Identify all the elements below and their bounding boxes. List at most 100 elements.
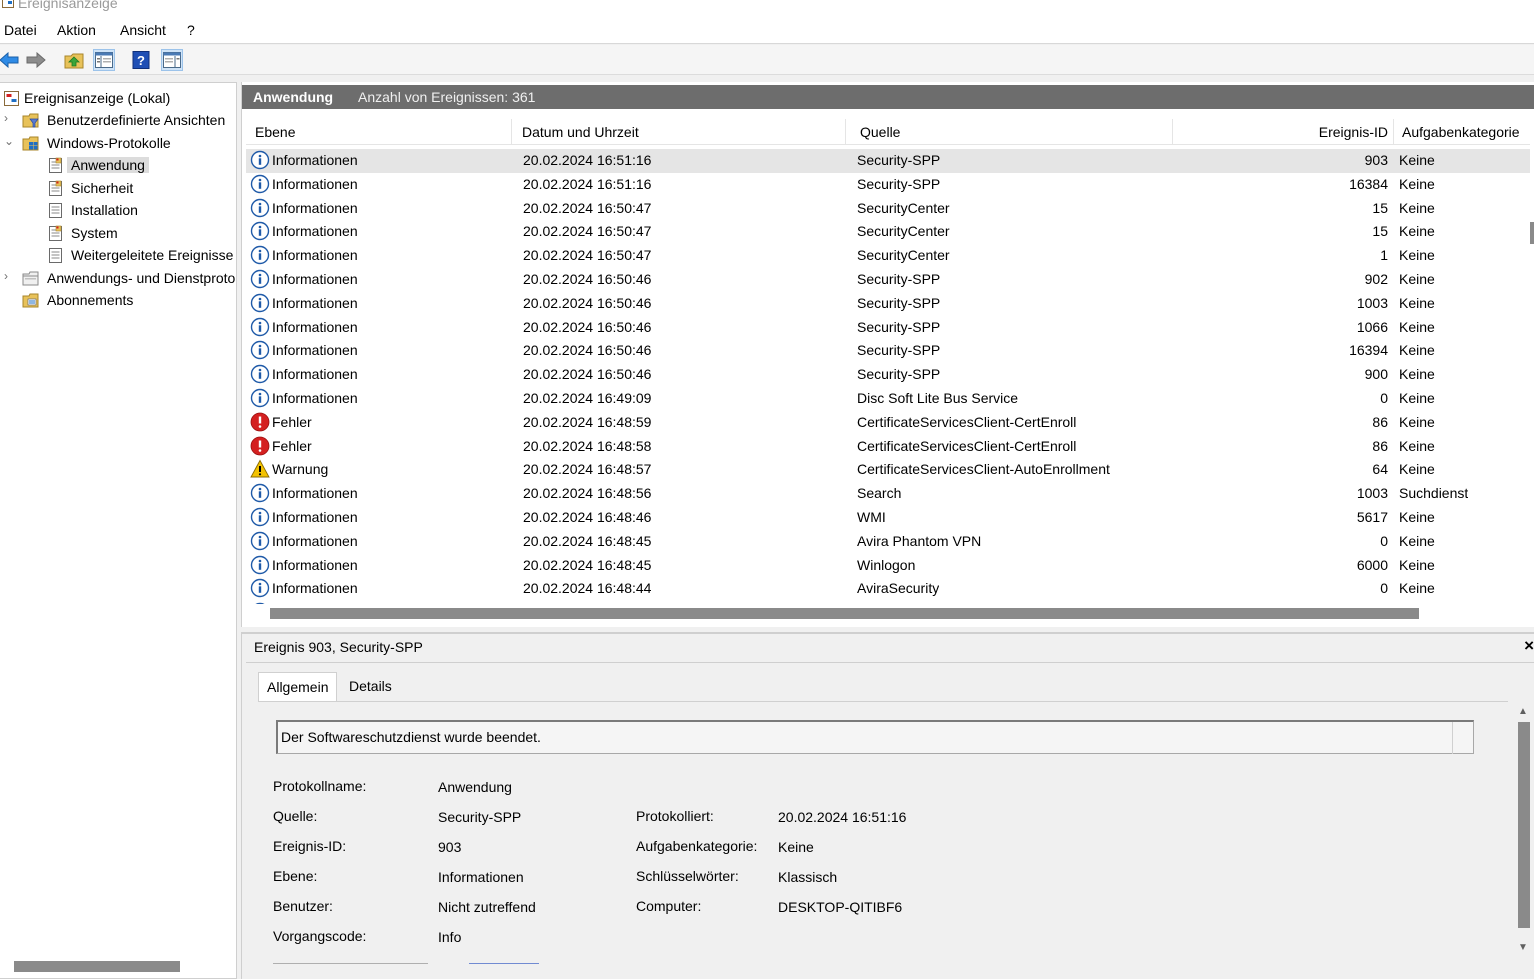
log-plain-icon	[49, 248, 62, 263]
cell-event-id: 903	[1364, 152, 1388, 168]
tree-item-ereignisanzeige-lokal[interactable]: Ereignisanzeige (Lokal)	[0, 87, 236, 109]
tree-item-windows-protokolle[interactable]: ⌄ Windows-Protokolle	[0, 132, 236, 154]
menu-help[interactable]: ?	[187, 22, 195, 38]
tab-allgemein[interactable]: Allgemein	[258, 672, 338, 702]
cell-level: Informationen	[272, 152, 358, 168]
warning-icon	[250, 459, 270, 478]
collapse-chevron-icon[interactable]: ⌄	[4, 134, 14, 148]
table-row[interactable]: Informationen 20.02.2024 16:51:16 Security…	[246, 173, 1530, 197]
column-header-datum[interactable]: Datum und Uhrzeit	[512, 119, 846, 145]
table-row[interactable]: Informationen 20.02.2024 16:50:47 Security…	[246, 244, 1530, 268]
show-hide-console-tree-icon	[95, 52, 113, 68]
table-row[interactable]: Informationen 20.02.2024 16:50:46 Security…	[246, 363, 1530, 387]
table-row[interactable]: Warnung 20.02.2024 16:48:57 CertificateSer…	[246, 458, 1530, 482]
help-button[interactable]: ?	[130, 49, 152, 71]
forward-arrow-icon	[26, 52, 46, 68]
table-row[interactable]: Informationen 20.02.2024 16:50:47 Security…	[246, 220, 1530, 244]
cell-level: Fehler	[272, 413, 312, 430]
cell-level: Informationen	[272, 532, 358, 549]
field-label-schluesselwoerter: Schlüsselwörter:	[636, 868, 739, 884]
table-row[interactable]: Informationen 20.02.2024 16:48:46 WMI 5617 K…	[246, 506, 1530, 530]
table-row[interactable]: Informationen 20.02.2024 16:48:56 Search 10…	[246, 482, 1530, 506]
table-row[interactable]: Fehler 20.02.2024 16:48:59 CertificateServ…	[246, 411, 1530, 435]
column-header-ereignis-id[interactable]: Ereignis-ID	[1173, 119, 1394, 145]
menu-aktion[interactable]: Aktion	[57, 22, 96, 38]
info-icon	[250, 269, 270, 289]
tree-item-weitergeleitete-ereignisse[interactable]: Weitergeleitete Ereignisse	[0, 244, 236, 266]
table-row[interactable]: Informationen 20.02.2024 16:51:16 Security…	[246, 149, 1530, 173]
tree-item-sicherheit[interactable]: Sicherheit	[0, 177, 236, 199]
log-icon	[49, 157, 62, 173]
detail-vertical-scrollbar[interactable]: ▲ ▼	[1516, 706, 1530, 968]
tree-item-label: Benutzerdefinierte Ansichten	[47, 112, 226, 128]
tree-horizontal-scrollbar[interactable]	[14, 961, 180, 972]
table-row[interactable]: Informationen 20.02.2024 16:50:46 Security…	[246, 268, 1530, 292]
table-row[interactable]: Informationen 20.02.2024 16:48:45 Avira Ph…	[246, 530, 1530, 554]
cell-date: 20.02.2024 16:50:47	[523, 223, 652, 240]
show-hide-action-pane-button[interactable]	[161, 49, 183, 71]
table-row[interactable]: Informationen 20.02.2024 16:50:46 Security…	[246, 316, 1530, 340]
cell-source: Security-SPP	[857, 294, 941, 311]
close-detail-button[interactable]: ×	[1524, 636, 1534, 656]
scroll-up-arrow-icon[interactable]: ▲	[1518, 706, 1528, 717]
cell-event-id: 86	[1372, 413, 1388, 430]
tree-item-benutzerdefinierte-ansichten[interactable]: › Benutzerdefinierte Ansichten	[0, 109, 236, 131]
cell-date: 20.02.2024 16:48:59	[523, 413, 652, 430]
table-row[interactable]: Informationen 20.02.2024 16:50:47 Security…	[246, 197, 1530, 221]
console-tree: Ereignisanzeige (Lokal) › Benutzerdefinier…	[0, 82, 237, 979]
table-row[interactable]: Informationen 20.02.2024 16:48:45 Winlogon…	[246, 554, 1530, 578]
column-header-ebene[interactable]: Ebene	[246, 119, 512, 145]
show-hide-action-pane-icon	[163, 52, 181, 68]
table-row[interactable]: Informationen 20.02.2024 16:49:09 Disc Sof…	[246, 387, 1530, 411]
column-header-quelle[interactable]: Quelle	[846, 119, 1173, 145]
event-description: Der Softwareschutzdienst wurde beendet.	[281, 729, 541, 745]
back-button[interactable]	[0, 49, 20, 71]
menu-ansicht[interactable]: Ansicht	[120, 22, 166, 38]
cell-source: Security-SPP	[857, 366, 941, 383]
tree-item-label: Sicherheit	[71, 180, 134, 196]
cell-source: CertificateServicesClient-CertEnroll	[857, 437, 1077, 454]
list-vertical-scrollbar[interactable]	[1530, 222, 1534, 244]
detail-scroll-thumb[interactable]	[1518, 722, 1530, 928]
log-name: Anwendung	[253, 89, 334, 105]
cell-level: Informationen	[272, 223, 358, 240]
column-headers: Ebene Datum und Uhrzeit Quelle Ereignis-…	[246, 119, 1530, 145]
table-row[interactable]: Fehler 20.02.2024 16:48:58 CertificateServ…	[246, 435, 1530, 459]
cell-event-id: 16384	[1349, 175, 1388, 192]
list-horizontal-scrollbar[interactable]	[270, 608, 1419, 619]
cell-category: Keine	[1399, 390, 1435, 406]
table-row[interactable]: Informationen 20.02.2024 16:50:46 Security…	[246, 339, 1530, 363]
up-folder-button[interactable]	[63, 49, 85, 71]
tree-item-anwendung[interactable]: Anwendung	[0, 154, 236, 176]
show-hide-console-tree-button[interactable]	[93, 49, 115, 71]
event-list-pane: Anwendung Anzahl von Ereignissen: 361 Eb…	[241, 82, 1534, 627]
menu-datei[interactable]: Datei	[4, 22, 37, 38]
column-header-aufgabenkategorie[interactable]: Aufgabenkategorie	[1394, 119, 1530, 145]
event-description-box[interactable]: Der Softwareschutzdienst wurde beendet.	[276, 720, 1474, 754]
cell-event-id: 15	[1372, 199, 1388, 216]
folder-up-icon	[64, 53, 84, 69]
cell-source: Search	[857, 485, 902, 502]
event-viewer-icon	[2, 0, 14, 8]
field-label-quelle: Quelle:	[273, 808, 318, 824]
table-row[interactable]: Informationen 20.02.2024 16:48:44 AviraSec…	[246, 577, 1530, 601]
info-icon	[250, 531, 270, 550]
expand-chevron-icon[interactable]: ›	[4, 111, 14, 125]
tree-item-abonnements[interactable]: Abonnements	[0, 289, 236, 311]
cell-date: 20.02.2024 16:49:09	[523, 390, 652, 406]
partial-row-fragment	[273, 963, 539, 964]
tree-item-system[interactable]: System	[0, 222, 236, 244]
forward-button[interactable]	[25, 49, 47, 71]
tree-item-installation[interactable]: Installation	[0, 199, 236, 221]
tab-details[interactable]: Details	[341, 672, 400, 700]
table-row[interactable]: Informationen 20.02.2024 16:50:46 Security…	[246, 292, 1530, 316]
scroll-down-arrow-icon[interactable]: ▼	[1518, 942, 1528, 953]
info-icon	[250, 483, 270, 503]
expand-chevron-icon[interactable]: ›	[4, 269, 14, 283]
cell-source: Security-SPP	[857, 271, 941, 287]
field-value-aufgabenkategorie: Keine	[778, 839, 814, 855]
tree-item-anwendungs-und-dienstprotokolle[interactable]: › Anwendungs- und Dienstprotokolle	[0, 267, 236, 289]
cell-category: Keine	[1399, 175, 1435, 192]
toolbar: ?	[0, 45, 1534, 75]
field-value-quelle: Security-SPP	[438, 809, 522, 825]
